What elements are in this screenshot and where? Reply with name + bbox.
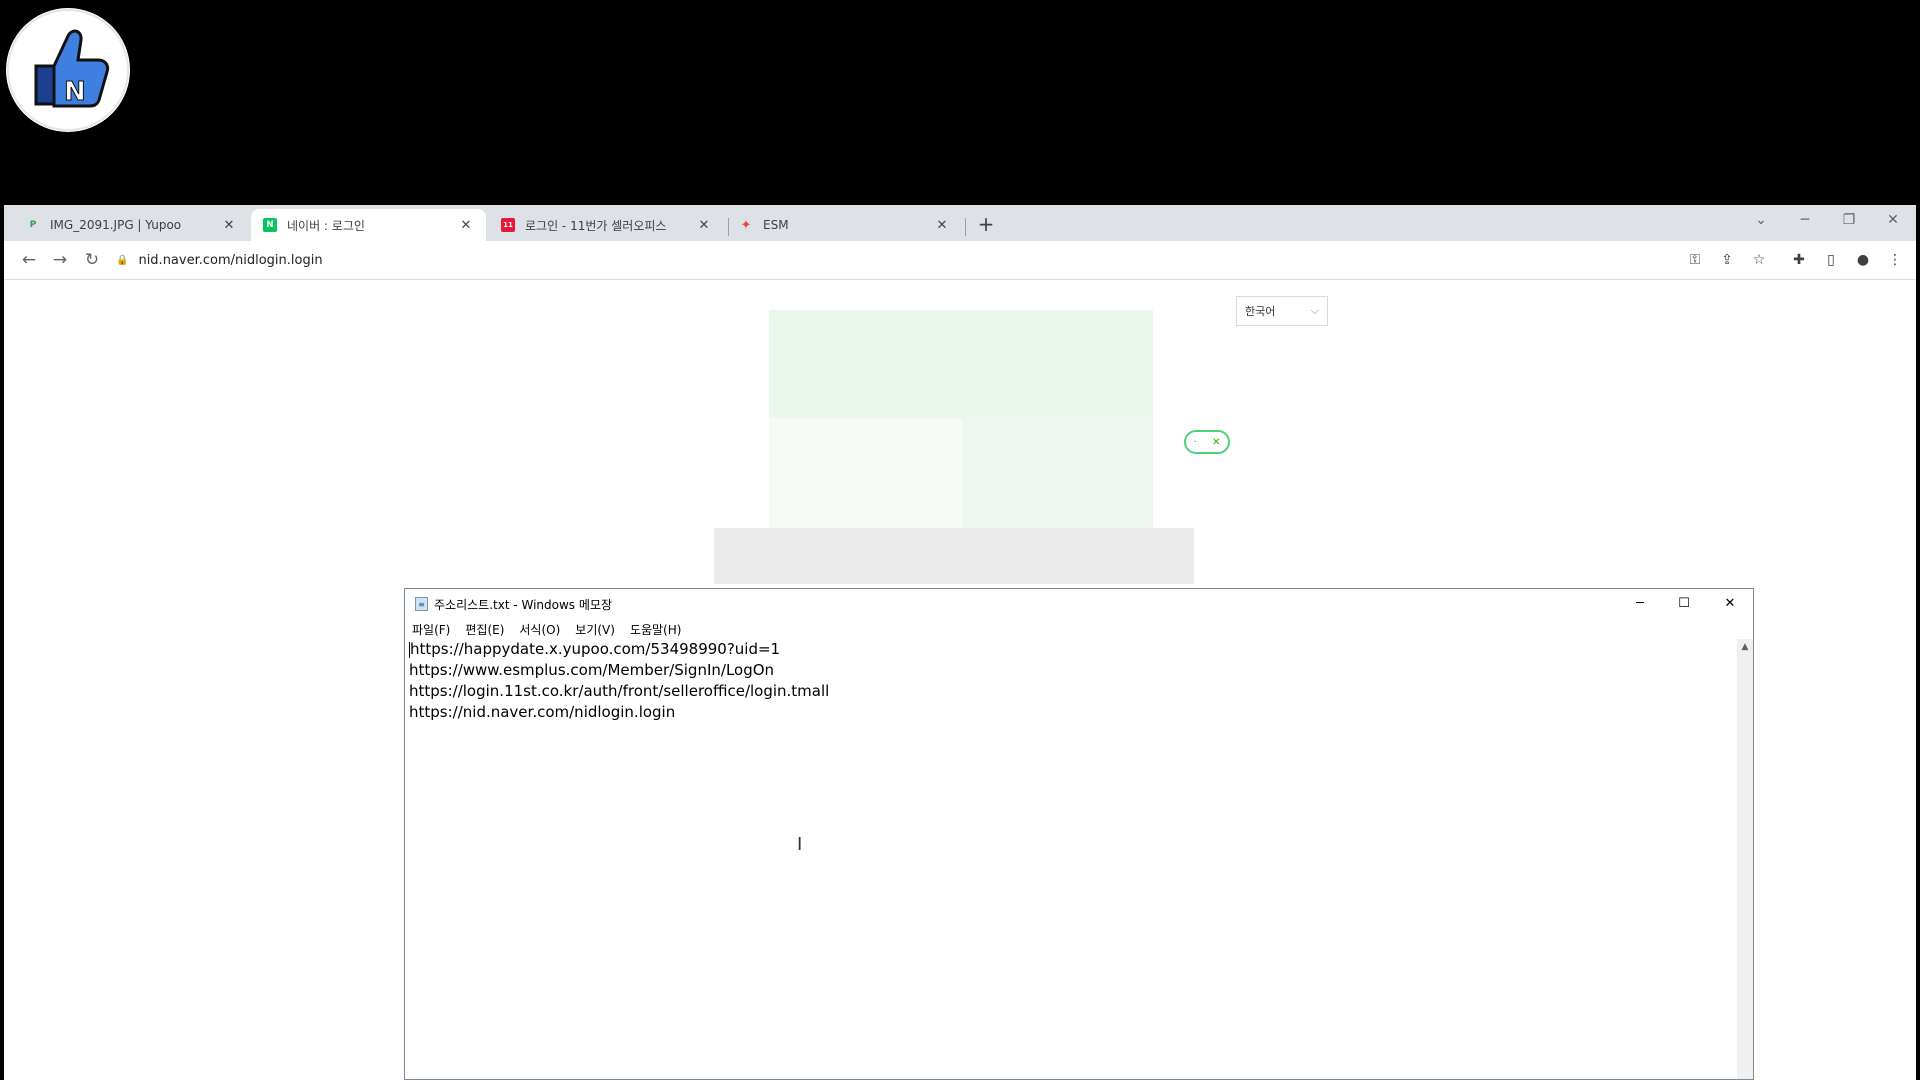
- svg-text:N: N: [64, 77, 86, 107]
- menu-view[interactable]: 보기(V): [575, 621, 615, 638]
- notepad-titlebar[interactable]: ≡ 주소리스트.txt - Windows 메모장: [405, 589, 1753, 619]
- tab-title: 로그인 - 11번가 셀러오피스: [525, 218, 667, 233]
- vertical-scrollbar[interactable]: ▲: [1737, 639, 1753, 1079]
- notepad-title: 주소리스트.txt - Windows 메모장: [434, 597, 612, 612]
- tab-title: IMG_2091.JPG | Yupoo: [50, 218, 182, 232]
- yupoo-icon: P: [29, 220, 37, 230]
- menu-help[interactable]: 도움말(H): [630, 621, 682, 638]
- pill-dot: ·: [1193, 436, 1197, 448]
- restore-icon[interactable]: ❐: [1826, 205, 1872, 237]
- thumbs-up-icon: N: [7, 9, 129, 131]
- minimize-icon[interactable]: ─: [1617, 589, 1663, 619]
- esm-icon: ✦: [740, 217, 752, 233]
- tab-11st[interactable]: 11 로그인 - 11번가 셀러오피스 ✕: [489, 209, 724, 241]
- forward-icon[interactable]: →: [47, 247, 73, 273]
- text-line-content: https://happydate.x.yupoo.com/53498990?u…: [410, 640, 781, 658]
- tab-strip: P IMG_2091.JPG | Yupoo ✕ N 네이버 : 로그인 ✕ 1…: [4, 205, 1916, 241]
- close-icon[interactable]: ✕: [1707, 589, 1753, 619]
- tab-title: ESM: [763, 218, 789, 232]
- banner-pill[interactable]: · ✕: [1184, 430, 1230, 454]
- share-icon[interactable]: ⇪: [1716, 249, 1738, 271]
- mouse-cursor-ibeam: I: [797, 834, 803, 855]
- login-tab-faded: [963, 418, 1153, 528]
- side-panel-icon[interactable]: ▯: [1820, 249, 1842, 271]
- lock-icon: 🔒: [116, 254, 129, 266]
- 11st-icon: 11: [501, 218, 515, 232]
- tab-separator: [965, 218, 966, 236]
- close-tab-icon[interactable]: ✕: [696, 218, 712, 233]
- language-select[interactable]: 한국어 ⌵: [1236, 296, 1328, 326]
- profile-icon[interactable]: ●: [1852, 249, 1874, 271]
- text-line: https://login.11st.co.kr/auth/front/sell…: [409, 682, 830, 700]
- close-icon[interactable]: ✕: [1212, 437, 1220, 448]
- text-line: https://happydate.x.yupoo.com/53498990?u…: [407, 639, 1739, 660]
- close-tab-icon[interactable]: ✕: [458, 218, 474, 233]
- tab-esm[interactable]: ✦ ESM ✕: [727, 209, 962, 241]
- reload-icon[interactable]: ↻: [79, 247, 105, 273]
- back-icon[interactable]: ←: [16, 247, 42, 273]
- close-window-icon[interactable]: ✕: [1870, 205, 1916, 237]
- language-select-value: 한국어: [1245, 305, 1276, 318]
- chevron-down-icon: ⌵: [1310, 304, 1319, 317]
- notepad-icon: ≡: [415, 597, 428, 611]
- text-line: https://www.esmplus.com/Member/SignIn/Lo…: [409, 661, 775, 679]
- scroll-up-icon[interactable]: ▲: [1737, 639, 1753, 655]
- close-tab-icon[interactable]: ✕: [934, 218, 950, 233]
- star-icon[interactable]: ☆: [1748, 249, 1770, 271]
- login-input-faded: [714, 528, 1194, 584]
- tab-yupoo[interactable]: P IMG_2091.JPG | Yupoo ✕: [14, 209, 249, 241]
- extensions-icon[interactable]: ✚: [1788, 249, 1810, 271]
- address-bar[interactable]: 🔒 nid.naver.com/nidlogin.login: [116, 245, 1676, 275]
- menu-format[interactable]: 서식(O): [519, 621, 560, 638]
- text-line: https://nid.naver.com/nidlogin.login: [409, 703, 676, 721]
- menu-file[interactable]: 파일(F): [412, 621, 450, 638]
- browser-toolbar: ← → ↻ 🔒 nid.naver.com/nidlogin.login ⚿ ⇪…: [4, 241, 1916, 280]
- maximize-icon[interactable]: ☐: [1661, 589, 1707, 619]
- tab-title: 네이버 : 로그인: [287, 218, 365, 233]
- notepad-menubar: 파일(F) 편집(E) 서식(O) 보기(V) 도움말(H): [405, 619, 1753, 639]
- tab-naver-login[interactable]: N 네이버 : 로그인 ✕: [251, 209, 486, 241]
- address-url[interactable]: nid.naver.com/nidlogin.login: [138, 253, 322, 268]
- login-tab-faded: [769, 418, 963, 528]
- close-tab-icon[interactable]: ✕: [221, 218, 237, 233]
- notepad-window: ≡ 주소리스트.txt - Windows 메모장 ─ ☐ ✕ 파일(F) 편집…: [404, 588, 1754, 1080]
- notepad-text-area[interactable]: https://happydate.x.yupoo.com/53498990?u…: [407, 639, 1739, 1079]
- minimize-icon[interactable]: ─: [1782, 205, 1828, 237]
- key-icon[interactable]: ⚿: [1684, 249, 1706, 271]
- tab-search-icon[interactable]: ⌄: [1738, 205, 1784, 237]
- naver-icon: N: [263, 218, 277, 232]
- menu-icon[interactable]: ⋮: [1884, 249, 1906, 271]
- new-tab-button[interactable]: +: [972, 210, 1000, 238]
- login-panel-faded: [769, 310, 1153, 418]
- menu-edit[interactable]: 편집(E): [465, 621, 504, 638]
- channel-logo: N: [6, 8, 130, 132]
